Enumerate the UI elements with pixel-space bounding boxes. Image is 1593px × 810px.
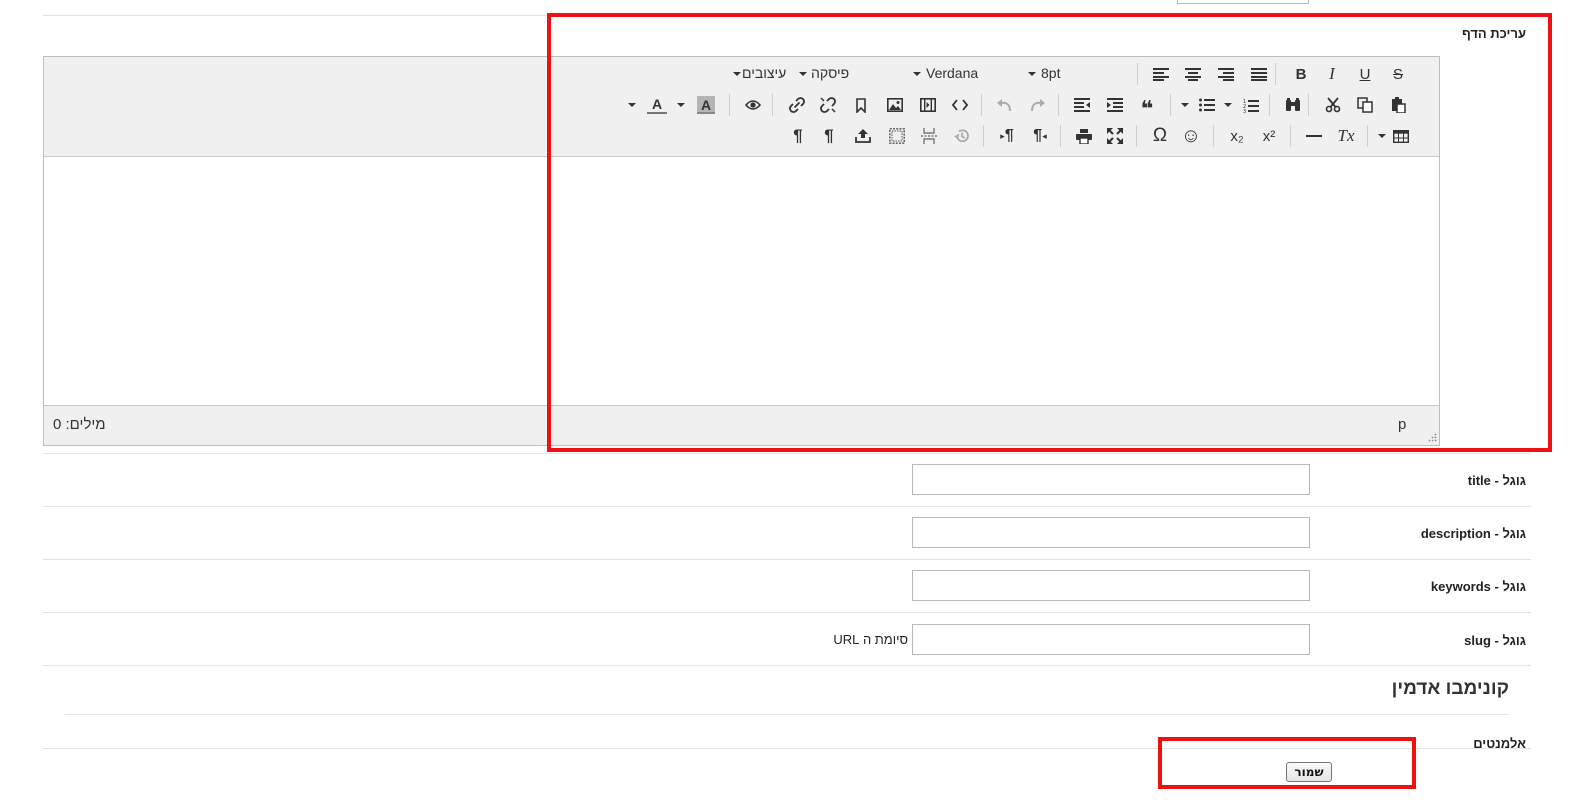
row-divider [43, 612, 1531, 613]
admin-section-title: קונימבו אדמין [1391, 678, 1509, 699]
row-divider [43, 453, 1531, 454]
google-title-label: גוגל - title [1467, 473, 1526, 488]
google-slug-label: גוגל - slug [1464, 633, 1526, 648]
word-count: מילים: 0 [53, 416, 106, 433]
google-description-input[interactable] [912, 517, 1310, 548]
google-slug-input[interactable] [912, 624, 1310, 655]
save-button[interactable]: שמור [1286, 762, 1332, 782]
slug-url-suffix-note: סיומת ה URL [833, 632, 908, 647]
google-keywords-input[interactable] [912, 570, 1310, 601]
admin-section-divider [65, 714, 1509, 715]
row-divider [43, 559, 1531, 560]
google-keywords-label: גוגל - keywords [1430, 579, 1526, 594]
row-divider [43, 506, 1531, 507]
row-divider [43, 665, 1531, 666]
google-title-input[interactable] [912, 464, 1310, 495]
google-description-label: גוגל - description [1420, 526, 1526, 541]
editor-highlight-frame [547, 13, 1552, 452]
previous-input-remnant [1177, 0, 1309, 4]
